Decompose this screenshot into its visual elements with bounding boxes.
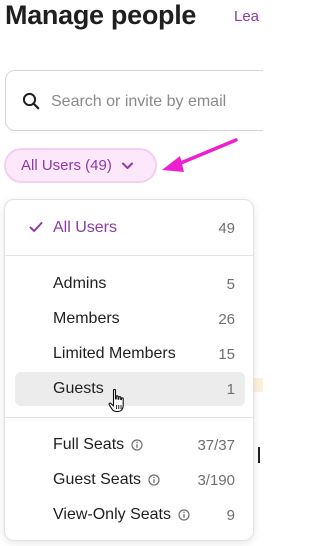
menu-item-label: Members [53,310,120,327]
menu-item-count: 49 [218,219,235,237]
menu-item-count: 9 [226,506,235,524]
menu-divider [5,417,253,418]
manage-people-page: Manage people Lea All Users (49) All Use… [0,0,263,546]
menu-item-admins[interactable]: Admins 5 [15,267,245,301]
check-icon [29,222,43,232]
info-icon[interactable] [131,439,143,451]
search-input[interactable] [51,90,263,114]
menu-item-label: Guest Seats [53,471,160,489]
menu-item-label: View-Only Seats [53,506,190,524]
user-filter-dropdown-button[interactable]: All Users (49) [4,148,157,183]
menu-item-label-text: View-Only Seats [53,506,171,523]
user-filter-menu: All Users 49 Admins 5 Members 26 Limited… [4,199,254,541]
background-row-badge [253,378,263,392]
menu-item-count: 37/37 [197,436,235,454]
menu-item-all-users[interactable]: All Users 49 [15,211,245,245]
search-icon [22,92,40,110]
menu-item-count: 5 [226,275,235,293]
menu-item-label-text: Guest Seats [53,471,142,488]
menu-divider [5,255,253,256]
menu-item-label: All Users [53,219,118,236]
menu-item-count: 3/190 [197,471,235,489]
menu-item-count: 15 [218,345,235,363]
info-icon[interactable] [148,474,160,486]
menu-item-guest-seats[interactable]: Guest Seats 3/190 [15,463,245,497]
menu-item-label: Limited Members [53,345,176,362]
page-title: Manage people [5,0,197,30]
info-icon[interactable] [178,509,190,521]
menu-item-guests[interactable]: Guests 1 [15,372,245,406]
menu-item-label: Admins [53,275,107,292]
menu-item-view-only-seats[interactable]: View-Only Seats 9 [15,498,245,532]
background-row-text [258,447,262,463]
chevron-down-icon [121,162,133,169]
search-box[interactable] [5,70,263,131]
menu-item-label: Guests [53,380,104,397]
filter-selected-label: All Users (49) [21,157,112,174]
menu-item-full-seats[interactable]: Full Seats 37/37 [15,428,245,462]
menu-item-label: Full Seats [53,436,143,454]
menu-item-count: 1 [226,380,235,398]
menu-item-count: 26 [218,310,235,328]
annotation-arrow [162,138,238,172]
menu-item-members[interactable]: Members 26 [15,302,245,336]
learn-more-link[interactable]: Lea [234,8,259,25]
menu-item-label-text: Full Seats [53,436,125,453]
menu-item-limited-members[interactable]: Limited Members 15 [15,337,245,371]
